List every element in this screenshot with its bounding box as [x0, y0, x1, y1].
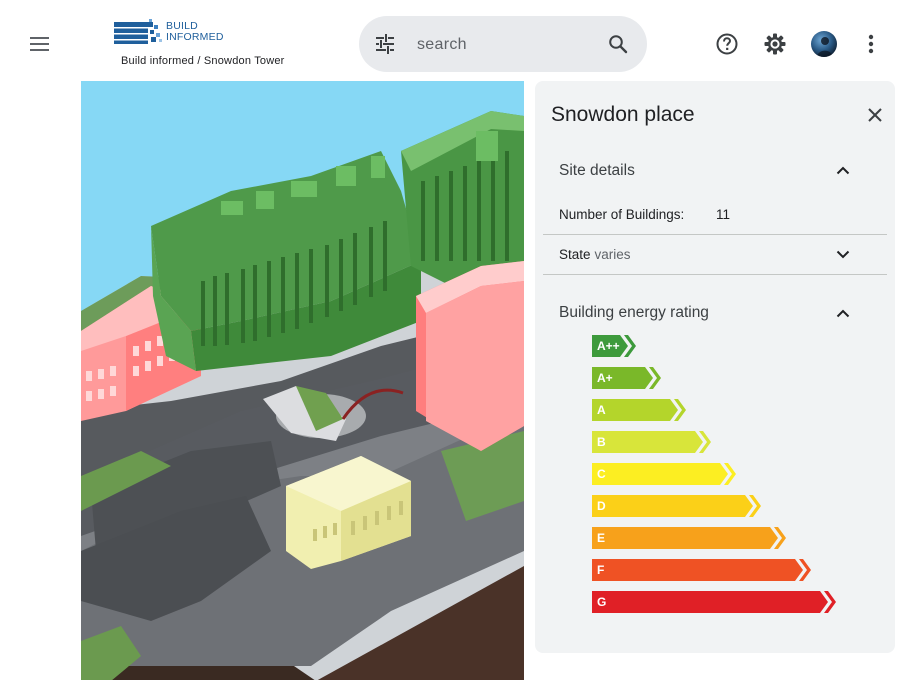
energy-rating-label: D	[597, 499, 606, 513]
city-model	[81, 81, 524, 680]
building-red-right	[416, 261, 524, 451]
logo[interactable]: BUILD INFORMED	[114, 18, 234, 46]
divider	[543, 274, 887, 275]
energy-rating-label: A+	[597, 371, 613, 385]
energy-rating-label: B	[597, 435, 606, 449]
help-icon[interactable]	[713, 30, 741, 58]
energy-rating-label: E	[597, 531, 606, 545]
search-icon[interactable]	[606, 32, 630, 56]
divider	[543, 234, 887, 235]
logo-mark	[114, 19, 162, 44]
info-panel: Snowdon place Site details Number of Bui…	[535, 81, 895, 653]
site-details-heading[interactable]: Site details	[559, 162, 635, 180]
menu-icon[interactable]	[24, 28, 56, 60]
energy-rating-label: C	[597, 467, 606, 481]
energy-rating-label: G	[597, 595, 607, 609]
chevron-up-icon[interactable]	[831, 158, 855, 182]
energy-rating-heading[interactable]: Building energy rating	[559, 304, 709, 322]
energy-rating-label: A++	[597, 339, 620, 353]
energy-rating-label: F	[597, 563, 605, 577]
chevron-up-icon[interactable]	[831, 301, 855, 325]
energy-rating-label: A	[597, 403, 606, 417]
close-icon[interactable]	[861, 101, 889, 129]
state-value: varies	[594, 247, 631, 262]
breadcrumb: Build informed / Snowdon Tower	[121, 55, 285, 67]
settings-icon[interactable]	[761, 30, 789, 58]
logo-text: BUILD INFORMED	[166, 20, 224, 43]
state-label: State	[559, 247, 591, 262]
number-of-buildings-label: Number of Buildings:	[559, 207, 685, 222]
chevron-down-icon[interactable]	[831, 242, 855, 266]
map-viewport[interactable]	[81, 81, 524, 680]
panel-title: Snowdon place	[551, 103, 695, 126]
tune-icon[interactable]	[373, 32, 397, 56]
more-vert-icon[interactable]	[860, 30, 882, 58]
state-row[interactable]: State varies	[559, 247, 631, 262]
search-input[interactable]	[415, 31, 599, 59]
avatar[interactable]	[811, 31, 837, 57]
number-of-buildings-value: 11	[716, 207, 731, 222]
search-bar	[359, 16, 647, 72]
